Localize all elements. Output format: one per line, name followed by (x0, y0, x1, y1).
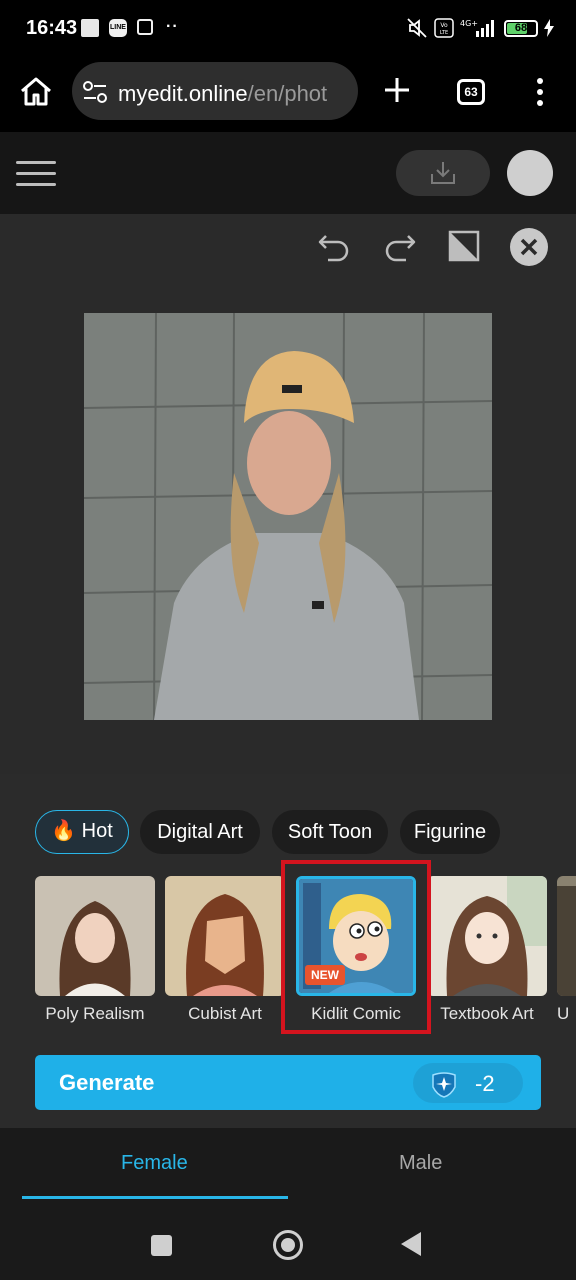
category-chip-digital-art[interactable]: Digital Art (140, 810, 260, 854)
style-thumbnail (557, 876, 576, 996)
category-label: Hot (81, 820, 113, 842)
category-chip-hot[interactable]: 🔥 Hot (35, 810, 129, 854)
generate-label: Generate (59, 1070, 155, 1095)
4g-signal-icon: 4G+ (460, 19, 494, 37)
svg-text:LTE: LTE (440, 30, 448, 36)
system-navigation-bar (0, 1202, 576, 1280)
plus-icon[interactable] (382, 75, 412, 105)
tabs-icon[interactable]: 63 (457, 79, 485, 105)
more-notifications-icon: ·· (166, 18, 179, 35)
gender-tabs: Female Male (0, 1128, 576, 1202)
back-icon[interactable] (401, 1232, 421, 1256)
battery-level: 68 (514, 22, 528, 34)
category-chip-figurine[interactable]: Figurine (400, 810, 500, 854)
close-icon (520, 238, 538, 256)
style-label: Poly Realism (45, 1004, 145, 1023)
upload-icon (137, 19, 153, 35)
style-card-textbook-art[interactable]: Textbook Art (427, 876, 547, 1024)
url-path: /en/phot (247, 81, 328, 106)
app-header (0, 132, 576, 214)
selection-highlight (281, 860, 431, 1034)
portrait-image (84, 313, 492, 720)
undo-icon[interactable] (316, 228, 352, 264)
line-app-icon: LINE (109, 19, 127, 37)
url-domain: myedit.online (118, 81, 248, 106)
style-thumbnail (165, 876, 285, 996)
redo-icon[interactable] (382, 228, 418, 264)
status-time: 16:43 (26, 17, 78, 39)
more-vert-icon[interactable] (532, 77, 548, 107)
compare-icon[interactable] (446, 228, 482, 264)
style-label: Textbook Art (440, 1004, 534, 1023)
image-notification-icon (81, 19, 99, 37)
home-nav-icon[interactable] (273, 1230, 303, 1260)
svg-text:4G+: 4G+ (460, 19, 478, 28)
mute-icon (407, 18, 427, 38)
uploaded-photo[interactable] (84, 313, 492, 720)
category-label: Digital Art (157, 821, 243, 843)
credit-sparkle-icon (432, 1072, 456, 1098)
active-tab-indicator (22, 1196, 288, 1199)
style-thumbnail (427, 876, 547, 996)
tab-female[interactable]: Female (121, 1152, 188, 1175)
credit-cost: -2 (413, 1063, 523, 1103)
style-panel: 🔥 Hot Digital Art Soft Toon Figurine Pol… (0, 774, 576, 1128)
style-label: U (557, 1004, 570, 1023)
download-button[interactable] (396, 150, 490, 196)
generate-button[interactable]: Generate -2 (35, 1055, 541, 1110)
style-card-poly-realism[interactable]: Poly Realism (35, 876, 155, 1024)
home-nav-dot (281, 1238, 295, 1252)
style-thumbnail (35, 876, 155, 996)
system-status-icons: Vo LTE 4G+ 68 (406, 17, 554, 39)
address-bar[interactable]: myedit.online/en/phot (72, 62, 358, 120)
tab-male[interactable]: Male (399, 1152, 442, 1175)
url-text: myedit.online/en/phot (118, 81, 327, 107)
battery-icon: 68 (504, 19, 538, 37)
style-label: Cubist Art (188, 1004, 262, 1023)
svg-text:Vo: Vo (440, 22, 448, 29)
volte-icon: Vo LTE (434, 18, 454, 38)
site-settings-icon[interactable] (82, 80, 108, 104)
charging-icon (544, 19, 554, 37)
home-icon[interactable] (16, 72, 56, 112)
category-chip-soft-toon[interactable]: Soft Toon (272, 810, 388, 854)
style-card-partial[interactable]: U (557, 876, 576, 1024)
close-button[interactable] (510, 228, 548, 266)
fire-icon: 🔥 (51, 820, 77, 842)
canvas-area (0, 214, 576, 774)
category-label: Figurine (413, 821, 487, 843)
download-icon (431, 162, 455, 184)
style-card-cubist-art[interactable]: Cubist Art (165, 876, 285, 1024)
browser-toolbar: myedit.online/en/phot 63 (0, 58, 576, 132)
menu-icon[interactable] (16, 160, 56, 188)
recent-apps-icon[interactable] (151, 1235, 172, 1256)
credit-value: -2 (475, 1071, 495, 1096)
status-bar: 16:43 LINE ·· Vo LTE 4G+ 68 (0, 0, 576, 58)
category-label: Soft Toon (287, 821, 373, 843)
avatar[interactable] (507, 150, 553, 196)
tab-count: 63 (464, 85, 478, 99)
